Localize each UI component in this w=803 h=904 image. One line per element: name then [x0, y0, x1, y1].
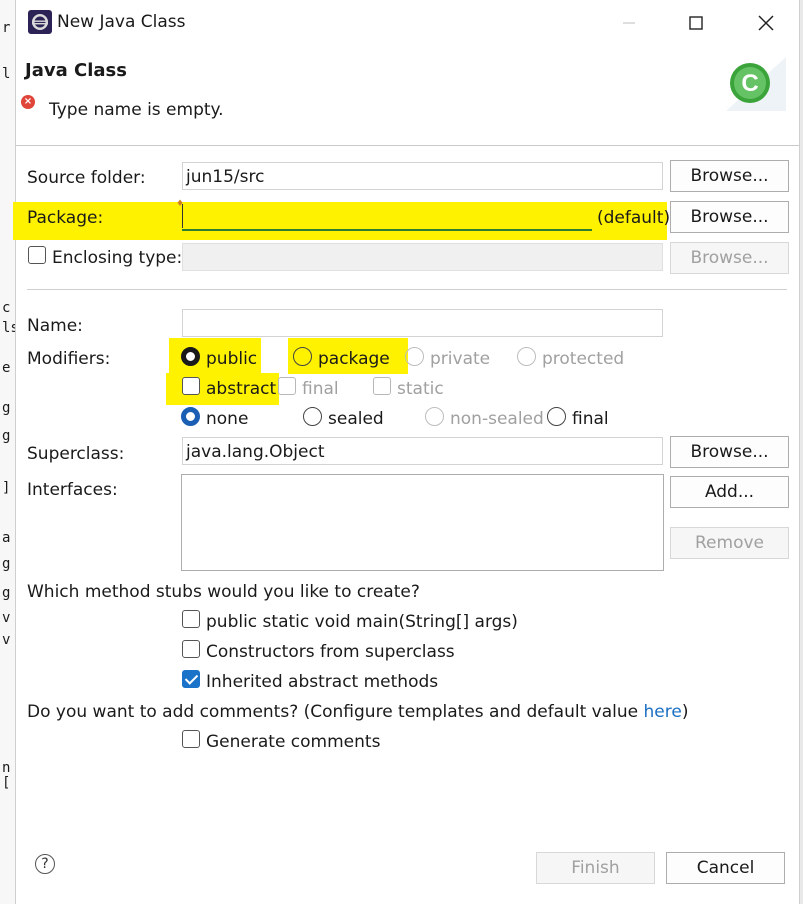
dialog-header: Java Class × Type name is empty. C — [16, 45, 799, 146]
private-label: private — [430, 349, 491, 369]
generate-comments-checkbox[interactable] — [182, 730, 200, 748]
background-glyph: a — [2, 530, 11, 546]
background-glyph: g — [2, 428, 11, 444]
background-glyph: v — [2, 610, 11, 626]
error-icon: × — [21, 95, 35, 109]
enclosing-type-checkbox[interactable] — [28, 246, 46, 264]
comments-question-text: Do you want to add comments? (Configure … — [27, 702, 644, 722]
name-field[interactable] — [182, 309, 663, 337]
name-label: Name: — [27, 316, 83, 336]
final-inheritance-radio[interactable] — [547, 407, 566, 426]
package-modifier-label: package — [318, 349, 390, 369]
close-button[interactable] — [736, 0, 796, 45]
source-folder-field[interactable]: jun15/src — [182, 162, 663, 190]
non-sealed-radio[interactable] — [425, 407, 444, 426]
superclass-label: Superclass: — [27, 444, 125, 464]
source-folder-label: Source folder: — [27, 168, 146, 188]
main-method-label: public static void main(String[] args) — [206, 612, 518, 632]
public-radio[interactable] — [181, 347, 200, 366]
superclass-field[interactable]: java.lang.Object — [182, 437, 663, 465]
final-label: final — [302, 379, 339, 399]
package-highlight — [13, 202, 667, 240]
cancel-button[interactable]: Cancel — [666, 852, 785, 884]
close-icon — [758, 14, 774, 31]
minimize-icon — [623, 21, 635, 24]
remove-interface-button[interactable]: Remove — [670, 527, 789, 559]
background-glyph: v — [2, 632, 11, 648]
inherited-abstract-methods-label: Inherited abstract methods — [206, 672, 439, 692]
static-checkbox[interactable] — [373, 377, 391, 395]
superclass-browse-button[interactable]: Browse... — [670, 436, 789, 468]
new-java-class-dialog: New Java Class Java Class × Type name is… — [13, 0, 800, 904]
title-bar[interactable]: New Java Class — [16, 0, 799, 45]
constructors-label: Constructors from superclass — [206, 642, 455, 662]
package-default-suffix: (default) — [597, 208, 671, 228]
background-glyph: g — [2, 556, 11, 572]
generate-comments-label: Generate comments — [206, 732, 381, 752]
package-browse-button[interactable]: Browse... — [670, 201, 789, 233]
private-radio[interactable] — [405, 347, 424, 366]
background-glyph: c — [2, 300, 11, 316]
enclosing-type-field[interactable] — [182, 243, 663, 271]
sealed-radio[interactable] — [303, 407, 322, 426]
enclosing-type-browse-button[interactable]: Browse... — [670, 242, 789, 274]
background-glyph: ] — [2, 480, 11, 496]
none-label: none — [206, 409, 249, 429]
window-title: New Java Class — [57, 12, 186, 32]
background-glyph: l — [2, 66, 11, 82]
none-radio[interactable] — [181, 407, 200, 426]
background-glyph: n — [2, 760, 11, 776]
background-glyph: [ — [2, 775, 11, 791]
method-stubs-question: Which method stubs would you like to cre… — [27, 582, 420, 602]
minimize-button[interactable] — [599, 0, 659, 45]
configure-templates-link[interactable]: here — [644, 702, 682, 722]
comments-question-suffix: ) — [681, 702, 689, 722]
finish-button[interactable]: Finish — [536, 852, 655, 884]
static-label: static — [397, 379, 444, 399]
background-glyph: g — [2, 585, 11, 601]
banner-letter: C — [741, 70, 758, 97]
non-sealed-label: non-sealed — [450, 409, 544, 429]
comments-question: Do you want to add comments? (Configure … — [27, 702, 688, 722]
page-title: Java Class — [25, 60, 127, 81]
abstract-label: abstract — [206, 379, 277, 399]
constructors-checkbox[interactable] — [182, 640, 200, 658]
interfaces-label: Interfaces: — [27, 480, 118, 500]
maximize-icon — [689, 15, 703, 30]
package-field[interactable] — [182, 229, 592, 231]
dialog-body: Source folder: jun15/src Browse... Packa… — [13, 146, 799, 904]
source-folder-browse-button[interactable]: Browse... — [670, 160, 789, 192]
help-icon[interactable]: ? — [35, 854, 55, 874]
package-radio[interactable] — [293, 347, 312, 366]
text-caret — [182, 204, 183, 228]
abstract-checkbox[interactable] — [182, 377, 200, 395]
maximize-button[interactable] — [666, 0, 726, 45]
enclosing-type-label: Enclosing type: — [52, 248, 183, 268]
sealed-label: sealed — [328, 409, 384, 429]
eclipse-icon — [28, 10, 52, 34]
error-message: Type name is empty. — [49, 100, 224, 120]
protected-radio[interactable] — [517, 347, 536, 366]
package-label: Package: — [27, 208, 104, 228]
interfaces-list[interactable] — [181, 474, 664, 571]
background-glyph: g — [2, 400, 11, 416]
public-label: public — [206, 349, 258, 369]
modifiers-label: Modifiers: — [27, 349, 111, 369]
inherited-abstract-methods-checkbox[interactable] — [182, 670, 200, 688]
add-interface-button[interactable]: Add... — [670, 476, 789, 508]
final-inheritance-label: final — [572, 409, 609, 429]
java-class-banner-icon: C — [726, 57, 786, 111]
final-checkbox[interactable] — [278, 377, 296, 395]
separator — [27, 289, 787, 290]
protected-label: protected — [542, 349, 625, 369]
background-glyph: r — [2, 20, 11, 36]
background-glyph: e — [2, 360, 11, 376]
main-method-checkbox[interactable] — [182, 610, 200, 628]
